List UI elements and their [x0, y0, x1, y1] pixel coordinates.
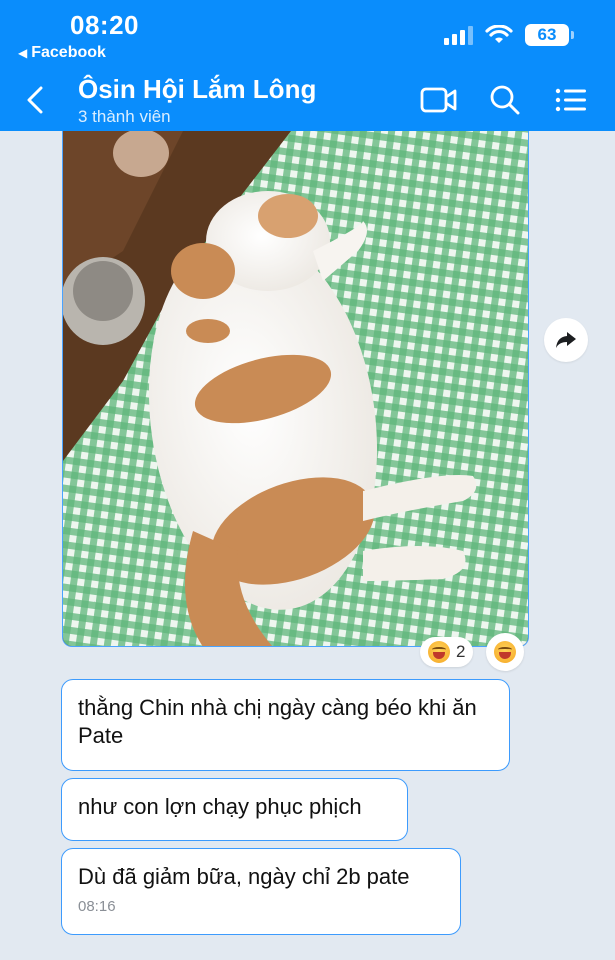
message-bubble[interactable]: như con lợn chạy phục phịch: [61, 778, 408, 841]
laugh-emoji-icon: [494, 641, 516, 663]
laugh-emoji-icon: [428, 641, 450, 663]
status-indicators: 63: [444, 24, 574, 46]
message-list[interactable]: 2 thằng Chin nhà chị ngày càng béo khi ă…: [0, 131, 615, 960]
reaction-count: 2: [456, 642, 466, 661]
battery-indicator: 63: [525, 24, 574, 46]
message-text: Dù đã giảm bữa, ngày chỉ 2b pate: [78, 864, 410, 889]
message-text: như con lợn chạy phục phịch: [78, 794, 362, 819]
menu-list-icon[interactable]: [552, 82, 590, 118]
status-time: 08:20: [70, 10, 139, 40]
message-text: thằng Chin nhà chị ngày càng béo khi ăn …: [78, 695, 477, 748]
wifi-icon: [485, 25, 513, 43]
message-bubble[interactable]: Dù đã giảm bữa, ngày chỉ 2b pate 08:16: [61, 848, 461, 935]
back-triangle-icon: ◀: [18, 46, 28, 60]
member-count[interactable]: 3 thành viên: [78, 107, 171, 127]
back-to-app-link[interactable]: ◀ Facebook: [18, 44, 106, 62]
message-time: 08:16: [78, 898, 116, 915]
reaction-summary[interactable]: 2: [420, 637, 474, 667]
message-bubble[interactable]: thằng Chin nhà chị ngày càng béo khi ăn …: [61, 679, 510, 771]
video-call-icon[interactable]: [420, 82, 458, 118]
cat-photo[interactable]: [62, 131, 529, 647]
cellular-signal-icon: [444, 25, 473, 45]
back-app-label: Facebook: [31, 44, 106, 61]
back-arrow-icon[interactable]: [26, 82, 56, 118]
add-reaction-button[interactable]: [486, 633, 524, 671]
group-title[interactable]: Ôsin Hội Lắm Lông: [78, 74, 316, 105]
share-arrow-icon[interactable]: [544, 318, 588, 362]
search-icon[interactable]: [486, 82, 524, 118]
chat-header: 08:20 ◀ Facebook 63 Ôsin Hội Lắm Lông 3 …: [0, 0, 615, 131]
